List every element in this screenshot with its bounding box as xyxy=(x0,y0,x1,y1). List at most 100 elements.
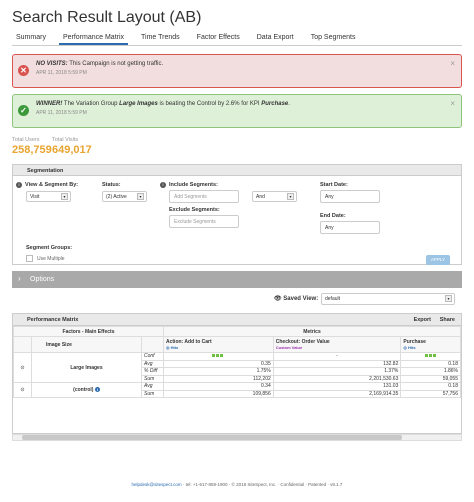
tab-factor-effects[interactable]: Factor Effects xyxy=(193,32,244,45)
status-select[interactable]: (2) Active ▾ xyxy=(102,191,147,202)
tab-bar: Summary Performance Matrix Time Trends F… xyxy=(12,32,462,46)
alert-text: The Variation Group xyxy=(62,101,120,107)
cell: 109,856 xyxy=(163,389,274,398)
close-icon[interactable]: × xyxy=(450,99,455,108)
footer: helpdesk@sitespect.com · tel: +1-617-859… xyxy=(0,482,474,487)
metric-header[interactable]: Checkout: Order Value Custom Value xyxy=(272,336,402,353)
cell: 0.35 xyxy=(163,359,274,368)
tab-top-segments[interactable]: Top Segments xyxy=(307,32,360,45)
matrix-heading-text: Performance Matrix xyxy=(27,317,79,323)
share-link[interactable]: Share xyxy=(440,317,455,323)
alert-text: . xyxy=(288,101,290,107)
tab-data-export[interactable]: Data Export xyxy=(253,32,298,45)
segmentation-heading: Segmentation xyxy=(13,165,461,176)
chevron-down-icon: ▾ xyxy=(61,193,68,200)
segment-operator-select[interactable]: And ▾ xyxy=(252,191,297,202)
close-icon[interactable]: × xyxy=(450,59,455,68)
row-toggle-icon[interactable]: ⊙ xyxy=(13,382,32,398)
options-label: Options xyxy=(30,276,55,283)
metric-sub: ◎ Hits xyxy=(166,345,179,350)
cell: 59,055 xyxy=(400,374,461,383)
view-segment-label: View & Segment By: xyxy=(25,182,79,188)
help-icon[interactable]: i xyxy=(160,182,166,188)
use-multiple-checkbox[interactable] xyxy=(26,255,33,262)
total-users-value: 258,759 xyxy=(12,144,52,156)
cell: 57,756 xyxy=(400,389,461,398)
chevron-down-icon: ▾ xyxy=(445,295,452,302)
row-toggle-icon[interactable]: ⊙ xyxy=(13,352,32,383)
status-label: Status: xyxy=(102,182,121,188)
exclude-segments-label: Exclude Segments: xyxy=(169,207,220,213)
apply-button[interactable]: APPLY xyxy=(426,255,450,265)
matrix-table: Factors - Main Effects Metrics Image Siz… xyxy=(13,326,461,398)
expand-col xyxy=(13,336,32,353)
alert-head: NO VISITS: xyxy=(36,61,68,67)
winner-kpi: Purchase xyxy=(261,101,289,107)
metric-header[interactable]: Action: Add to Cart ◎ Hits xyxy=(163,336,274,353)
stat-label: Sum xyxy=(141,374,164,383)
metric-sub-text: Hits xyxy=(407,345,416,350)
stat-label: % Diff xyxy=(141,367,164,376)
stat-label: Avg xyxy=(141,382,164,391)
include-segments-input[interactable]: Add Segments xyxy=(169,190,239,203)
tab-time-trends[interactable]: Time Trends xyxy=(137,32,184,45)
helpdesk-email-link[interactable]: helpdesk@sitespect.com xyxy=(132,482,182,487)
export-link[interactable]: Export xyxy=(414,317,431,323)
alert-text: is beating the Control by 2.6% for KPI xyxy=(157,101,262,107)
chevron-down-icon: ▾ xyxy=(287,193,294,200)
view-segment-select[interactable]: Visit ▾ xyxy=(26,191,71,202)
variation-name-text: (control) xyxy=(73,387,94,393)
x-circle-icon: ✕ xyxy=(18,65,29,76)
metric-header[interactable]: Purchase ◎ Hits xyxy=(400,336,461,353)
chevron-right-icon: › xyxy=(18,274,21,283)
select-value: (2) Active xyxy=(106,194,127,200)
total-visits-value: 649,017 xyxy=(52,144,92,156)
cell: 0.34 xyxy=(163,382,274,391)
include-segments-label: Include Segments: xyxy=(169,182,218,188)
select-value: And xyxy=(256,194,265,200)
info-icon[interactable]: i xyxy=(94,387,100,392)
options-toggle[interactable]: › Options xyxy=(12,271,462,288)
alert-date: APR 11, 2018 5:59 PM xyxy=(36,70,87,76)
scrollbar-thumb[interactable] xyxy=(22,435,402,440)
start-date-input[interactable]: Any xyxy=(320,190,380,203)
table-row: ⊙ Large Images Conf - xyxy=(13,352,461,383)
cell: - xyxy=(272,352,402,361)
alert-head: WINNER! xyxy=(36,101,63,107)
metric-sub: Custom Value xyxy=(275,345,303,350)
stat-label: Avg xyxy=(141,359,164,368)
tab-summary[interactable]: Summary xyxy=(12,32,50,45)
footer-text: · tel: +1-617-859-1900 · © 2018 SiteSpec… xyxy=(182,482,343,487)
help-icon[interactable]: i xyxy=(16,182,22,188)
saved-view-select[interactable]: default ▾ xyxy=(321,293,455,305)
alert-date: APR 11, 2018 5:59 PM xyxy=(36,110,87,116)
factor-col-header: Image Size xyxy=(31,336,142,353)
end-date-label: End Date: xyxy=(320,213,346,219)
stat-label: Sum xyxy=(141,389,164,398)
cell: 132.82 xyxy=(272,359,402,368)
variation-name: (control) i xyxy=(31,382,142,398)
stat-label: Conf xyxy=(141,352,164,361)
cell: 1.75% xyxy=(163,367,274,376)
chevron-down-icon: ▾ xyxy=(137,193,144,200)
segment-groups-label: Segment Groups: xyxy=(26,245,73,251)
alert-text: This Campaign is not getting traffic. xyxy=(67,61,164,67)
cell: 0.18 xyxy=(400,359,461,368)
end-date-input[interactable]: Any xyxy=(320,221,380,234)
select-value: default xyxy=(325,296,341,302)
use-multiple-label: Use Multiple xyxy=(37,256,65,262)
cell: 1.86% xyxy=(400,367,461,376)
metrics-header: Metrics xyxy=(163,326,461,337)
cell: 1.37% xyxy=(272,367,402,376)
stat-col-header xyxy=(141,336,164,353)
exclude-segments-input[interactable]: Exclude Segments xyxy=(169,215,239,228)
page-title: Search Result Layout (AB) xyxy=(12,9,202,26)
check-circle-icon: ✓ xyxy=(18,105,29,116)
tab-performance-matrix[interactable]: Performance Matrix xyxy=(58,32,129,45)
cell: 2,201,530.63 xyxy=(272,374,402,383)
performance-matrix-heading: Performance Matrix Export Share xyxy=(13,314,461,326)
table-row: ⊙ (control) i Avg 0.34 131.03 0.18 xyxy=(13,382,461,398)
start-date-label: Start Date: xyxy=(320,182,348,188)
winner-group: Large Images xyxy=(119,101,158,107)
total-visits-label: Total Visits xyxy=(52,137,79,143)
